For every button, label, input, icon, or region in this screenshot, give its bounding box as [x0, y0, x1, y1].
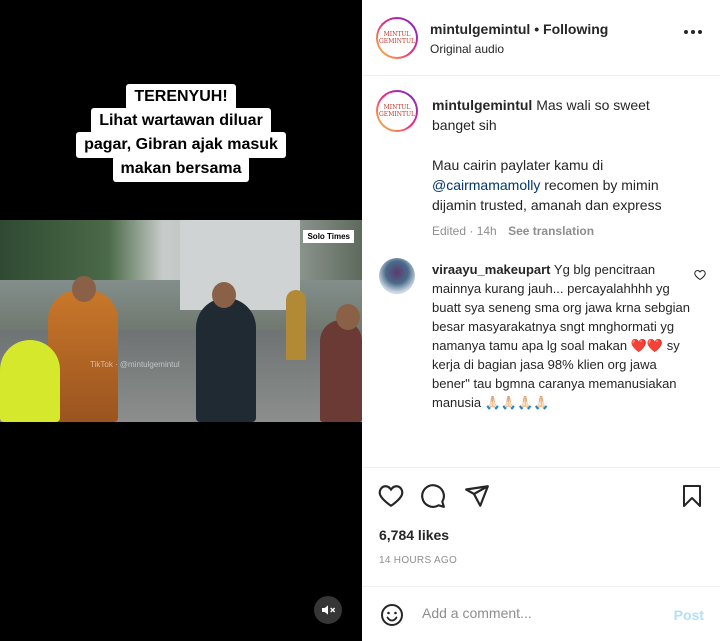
mention-link[interactable]: @cairmamamolly [432, 177, 540, 193]
post-panel: MINTUL GEMINTUL mintulgemintul • Followi… [362, 0, 720, 641]
caption-text: Mau cairin paylater kamu di [432, 157, 604, 173]
header-user-line: mintulgemintul • Following [430, 21, 608, 37]
video-frame: Solo Times TikTok · @mintulgemintul [0, 220, 362, 422]
post-header: MINTUL GEMINTUL mintulgemintul • Followi… [362, 0, 720, 76]
caption-line: Lihat wartawan diluar [91, 108, 271, 134]
username-link[interactable]: mintulgemintul [432, 97, 532, 113]
save-icon[interactable] [680, 483, 704, 509]
more-options-icon[interactable] [684, 30, 702, 34]
comment-icon[interactable] [420, 483, 446, 509]
avatar[interactable]: MINTUL GEMINTUL [376, 17, 418, 59]
caption-meta: Edited · 14h See translation [432, 221, 692, 241]
emoji-icon[interactable] [380, 603, 404, 627]
separator-dot: • [534, 21, 540, 37]
like-comment-icon[interactable] [694, 269, 706, 281]
avatar[interactable] [379, 258, 415, 294]
following-button[interactable]: Following [543, 21, 608, 37]
avatar[interactable]: MINTUL GEMINTUL [376, 90, 418, 132]
caption-line: pagar, Gibran ajak masuk [76, 132, 286, 158]
post-caption: mintulgemintul Mas wali so sweet banget … [432, 95, 692, 241]
mute-button[interactable] [314, 596, 342, 624]
see-translation-link[interactable]: See translation [508, 224, 594, 238]
speaker-muted-icon [322, 605, 336, 615]
source-watermark: Solo Times [303, 230, 354, 243]
add-comment-bar: Post [362, 586, 720, 641]
actions-bar: 6,784 likes 14 HOURS AGO [362, 467, 720, 585]
username-link[interactable]: mintulgemintul [430, 21, 530, 37]
post-button[interactable]: Post [674, 607, 704, 623]
edited-timestamp: Edited · 14h [432, 224, 497, 238]
audio-link[interactable]: Original audio [430, 42, 504, 56]
video-caption-overlay: TERENYUH! Lihat wartawan diluar pagar, G… [0, 84, 362, 182]
caption-line: TERENYUH! [126, 84, 236, 110]
comments-section: MINTUL GEMINTUL mintulgemintul Mas wali … [362, 77, 720, 467]
caption-line: makan bersama [112, 156, 250, 182]
likes-count[interactable]: 6,784 likes [379, 527, 449, 543]
share-icon[interactable] [464, 483, 490, 509]
tiktok-watermark: TikTok · @mintulgemintul [90, 360, 180, 369]
like-icon[interactable] [378, 483, 404, 509]
comment-input[interactable] [422, 605, 642, 621]
post-timestamp[interactable]: 14 HOURS AGO [379, 555, 457, 566]
username-link[interactable]: viraayu_makeupart [432, 262, 551, 277]
video-player[interactable]: TERENYUH! Lihat wartawan diluar pagar, G… [0, 0, 362, 641]
comment-text: Yg blg pencitraan mainnya kurang jauh...… [432, 262, 690, 410]
comment-item: viraayu_makeupart Yg blg pencitraan main… [432, 260, 690, 412]
